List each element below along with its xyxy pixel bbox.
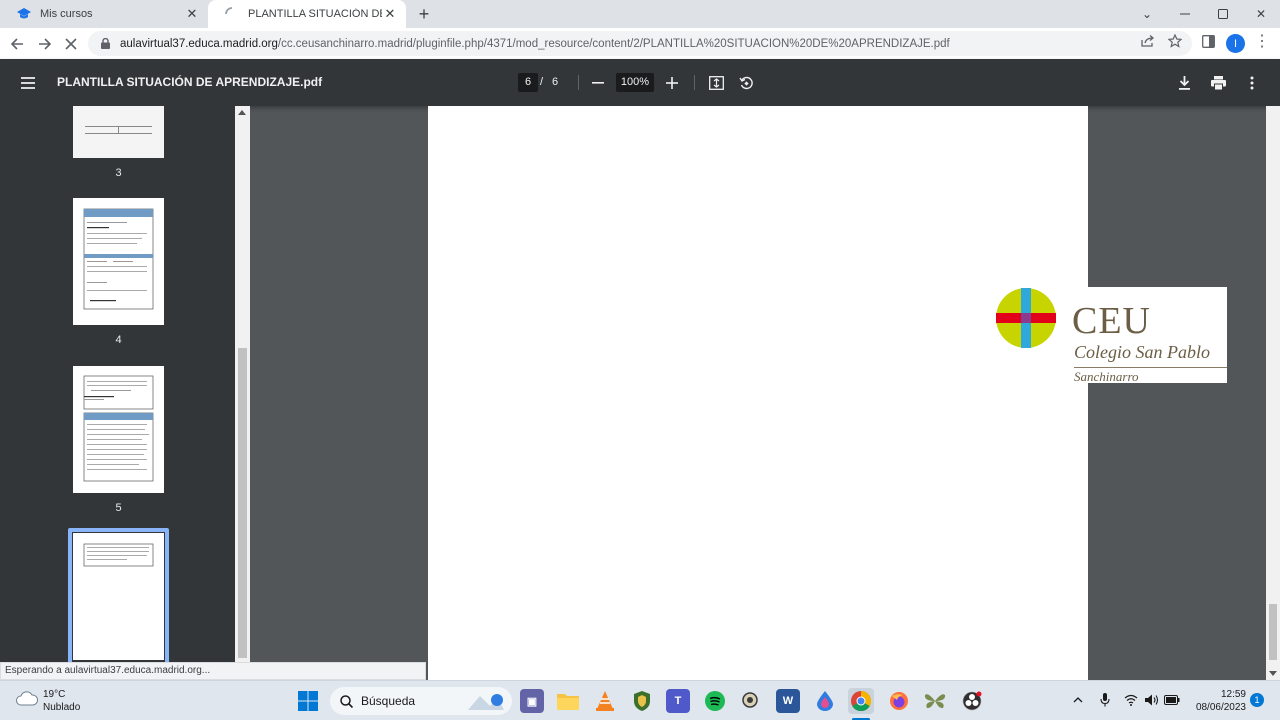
minimize-button[interactable] xyxy=(1166,0,1204,28)
app-icon[interactable] xyxy=(739,689,763,713)
sidebar-scrollbar[interactable] xyxy=(235,106,250,662)
obs-icon[interactable] xyxy=(960,689,984,713)
tab-mis-cursos[interactable]: Mis cursos ✕ xyxy=(0,0,208,28)
toolbar-divider xyxy=(578,75,579,90)
drop-app-icon[interactable] xyxy=(813,689,837,713)
ceu-cross-icon xyxy=(996,288,1056,348)
tab-strip: Mis cursos ✕ PLANTILLA SITUACIÓN DE APRE… xyxy=(0,0,1280,28)
rotate-icon[interactable] xyxy=(736,73,756,93)
close-icon[interactable]: ✕ xyxy=(382,6,398,22)
new-tab-button[interactable]: + xyxy=(414,4,434,24)
logo-divider xyxy=(1074,367,1227,368)
windows-taskbar: 19°C Nublado Búsqueda ▣ T W 12:59 08/06/… xyxy=(0,680,1280,720)
lock-icon[interactable] xyxy=(98,38,112,49)
thumbnail-page-4[interactable] xyxy=(73,198,164,325)
teams-icon[interactable]: T xyxy=(666,689,690,713)
tab-title: PLANTILLA SITUACIÓN DE APRE xyxy=(248,8,382,20)
browser-toolbar: aulavirtual37.educa.madrid.org/cc.ceusan… xyxy=(0,28,1280,59)
vlc-icon[interactable] xyxy=(593,689,617,713)
address-bar[interactable]: aulavirtual37.educa.madrid.org/cc.ceusan… xyxy=(88,31,1192,56)
maximize-button[interactable] xyxy=(1204,0,1242,28)
pdf-title: PLANTILLA SITUACIÓN DE APRENDIZAJE.pdf xyxy=(57,75,323,89)
logo-name: CEU xyxy=(1072,300,1151,342)
back-button[interactable] xyxy=(6,33,28,55)
profile-avatar[interactable]: I xyxy=(1226,34,1245,53)
clock-time: 12:59 xyxy=(1220,689,1246,700)
download-icon[interactable] xyxy=(1174,73,1194,93)
thumbnail-label: 5 xyxy=(115,502,122,514)
thumbnail-label: 4 xyxy=(115,334,122,346)
thumbnail-page-6[interactable] xyxy=(73,533,164,660)
close-window-button[interactable]: ✕ xyxy=(1242,0,1280,28)
page-separator: / xyxy=(540,76,544,88)
search-highlight-icon xyxy=(464,690,506,712)
taskbar-search[interactable]: Búsqueda xyxy=(330,687,512,715)
search-label: Búsqueda xyxy=(361,694,416,708)
chrome-icon[interactable] xyxy=(848,688,874,714)
pdf-page xyxy=(428,106,1088,680)
tab-title: Mis cursos xyxy=(40,8,93,20)
ceu-logo: CEU Colegio San Pablo Sanchinarro xyxy=(994,287,1227,384)
fit-to-page-icon[interactable] xyxy=(706,73,726,93)
url-host: aulavirtual37.educa.madrid.org xyxy=(120,37,278,50)
cloud-icon[interactable] xyxy=(16,690,39,710)
stop-loading-button[interactable] xyxy=(60,33,82,55)
firefox-icon[interactable] xyxy=(887,689,911,713)
toolbar-divider xyxy=(694,75,695,90)
side-panel-icon[interactable] xyxy=(1198,31,1218,51)
clock-date: 08/06/2023 xyxy=(1195,702,1246,713)
document-scrollbar[interactable] xyxy=(1266,106,1280,680)
page-total: 6 xyxy=(552,76,559,88)
url-text[interactable]: aulavirtual37.educa.madrid.org/cc.ceusan… xyxy=(120,38,1192,50)
zoom-in-icon[interactable] xyxy=(662,73,682,93)
scroll-down-arrow-icon[interactable] xyxy=(1269,671,1277,676)
windows-start-icon[interactable] xyxy=(296,689,320,713)
word-icon[interactable]: W xyxy=(776,689,800,713)
tab-search-chevron-icon[interactable]: ⌄ xyxy=(1128,0,1166,28)
more-menu-icon[interactable]: ⋮ xyxy=(1252,31,1272,51)
logo-subtitle: Colegio San Pablo xyxy=(1074,342,1210,362)
weather-condition[interactable]: Nublado xyxy=(43,702,80,713)
battery-icon[interactable] xyxy=(1163,691,1181,709)
thumbnail-sidebar: 3 4 5 xyxy=(0,106,235,662)
url-path: /cc.ceusanchinarro.madrid/pluginfile.php… xyxy=(277,37,950,50)
thumbnail-page-5[interactable] xyxy=(73,366,164,493)
status-bar: Esperando a aulavirtual37.educa.madrid.o… xyxy=(0,662,426,680)
share-icon[interactable] xyxy=(1138,31,1158,51)
loading-spinner-icon xyxy=(224,6,240,22)
scroll-up-arrow-icon[interactable] xyxy=(238,110,246,115)
microphone-icon[interactable] xyxy=(1096,691,1114,709)
close-icon[interactable]: ✕ xyxy=(184,6,200,22)
volume-icon[interactable] xyxy=(1143,691,1161,709)
document-scroll-thumb[interactable] xyxy=(1269,604,1277,660)
more-options-icon[interactable] xyxy=(1242,73,1262,93)
file-explorer-icon[interactable] xyxy=(556,689,580,713)
zoom-input[interactable]: 100% xyxy=(616,73,654,92)
forward-button[interactable] xyxy=(34,33,56,55)
print-icon[interactable] xyxy=(1208,73,1228,93)
chevron-up-icon[interactable] xyxy=(1069,691,1087,709)
graduation-cap-icon xyxy=(16,6,32,22)
hamburger-menu-icon[interactable] xyxy=(18,73,38,93)
thumbnail-page-3[interactable] xyxy=(73,106,164,158)
spotify-icon[interactable] xyxy=(703,689,727,713)
search-icon xyxy=(340,694,353,708)
meet-chat-icon[interactable]: ▣ xyxy=(520,689,544,713)
sidebar-scroll-thumb[interactable] xyxy=(238,348,247,658)
weather-temperature[interactable]: 19°C xyxy=(43,689,65,700)
page-number-input[interactable]: 6 xyxy=(518,73,538,92)
logo-campus: Sanchinarro xyxy=(1074,369,1139,384)
notification-badge[interactable]: 1 xyxy=(1250,693,1264,707)
butterfly-app-icon[interactable] xyxy=(923,689,947,713)
zoom-out-icon[interactable] xyxy=(588,73,608,93)
pdf-toolbar: PLANTILLA SITUACIÓN DE APRENDIZAJE.pdf 6… xyxy=(0,59,1280,106)
shield-app-icon[interactable] xyxy=(630,689,654,713)
thumbnail-label: 3 xyxy=(115,167,122,179)
tab-pdf[interactable]: PLANTILLA SITUACIÓN DE APRE ✕ xyxy=(208,0,406,28)
wifi-icon[interactable] xyxy=(1122,691,1140,709)
system-clock[interactable]: 12:59 08/06/2023 xyxy=(1190,688,1246,714)
bookmark-star-icon[interactable] xyxy=(1165,31,1185,51)
